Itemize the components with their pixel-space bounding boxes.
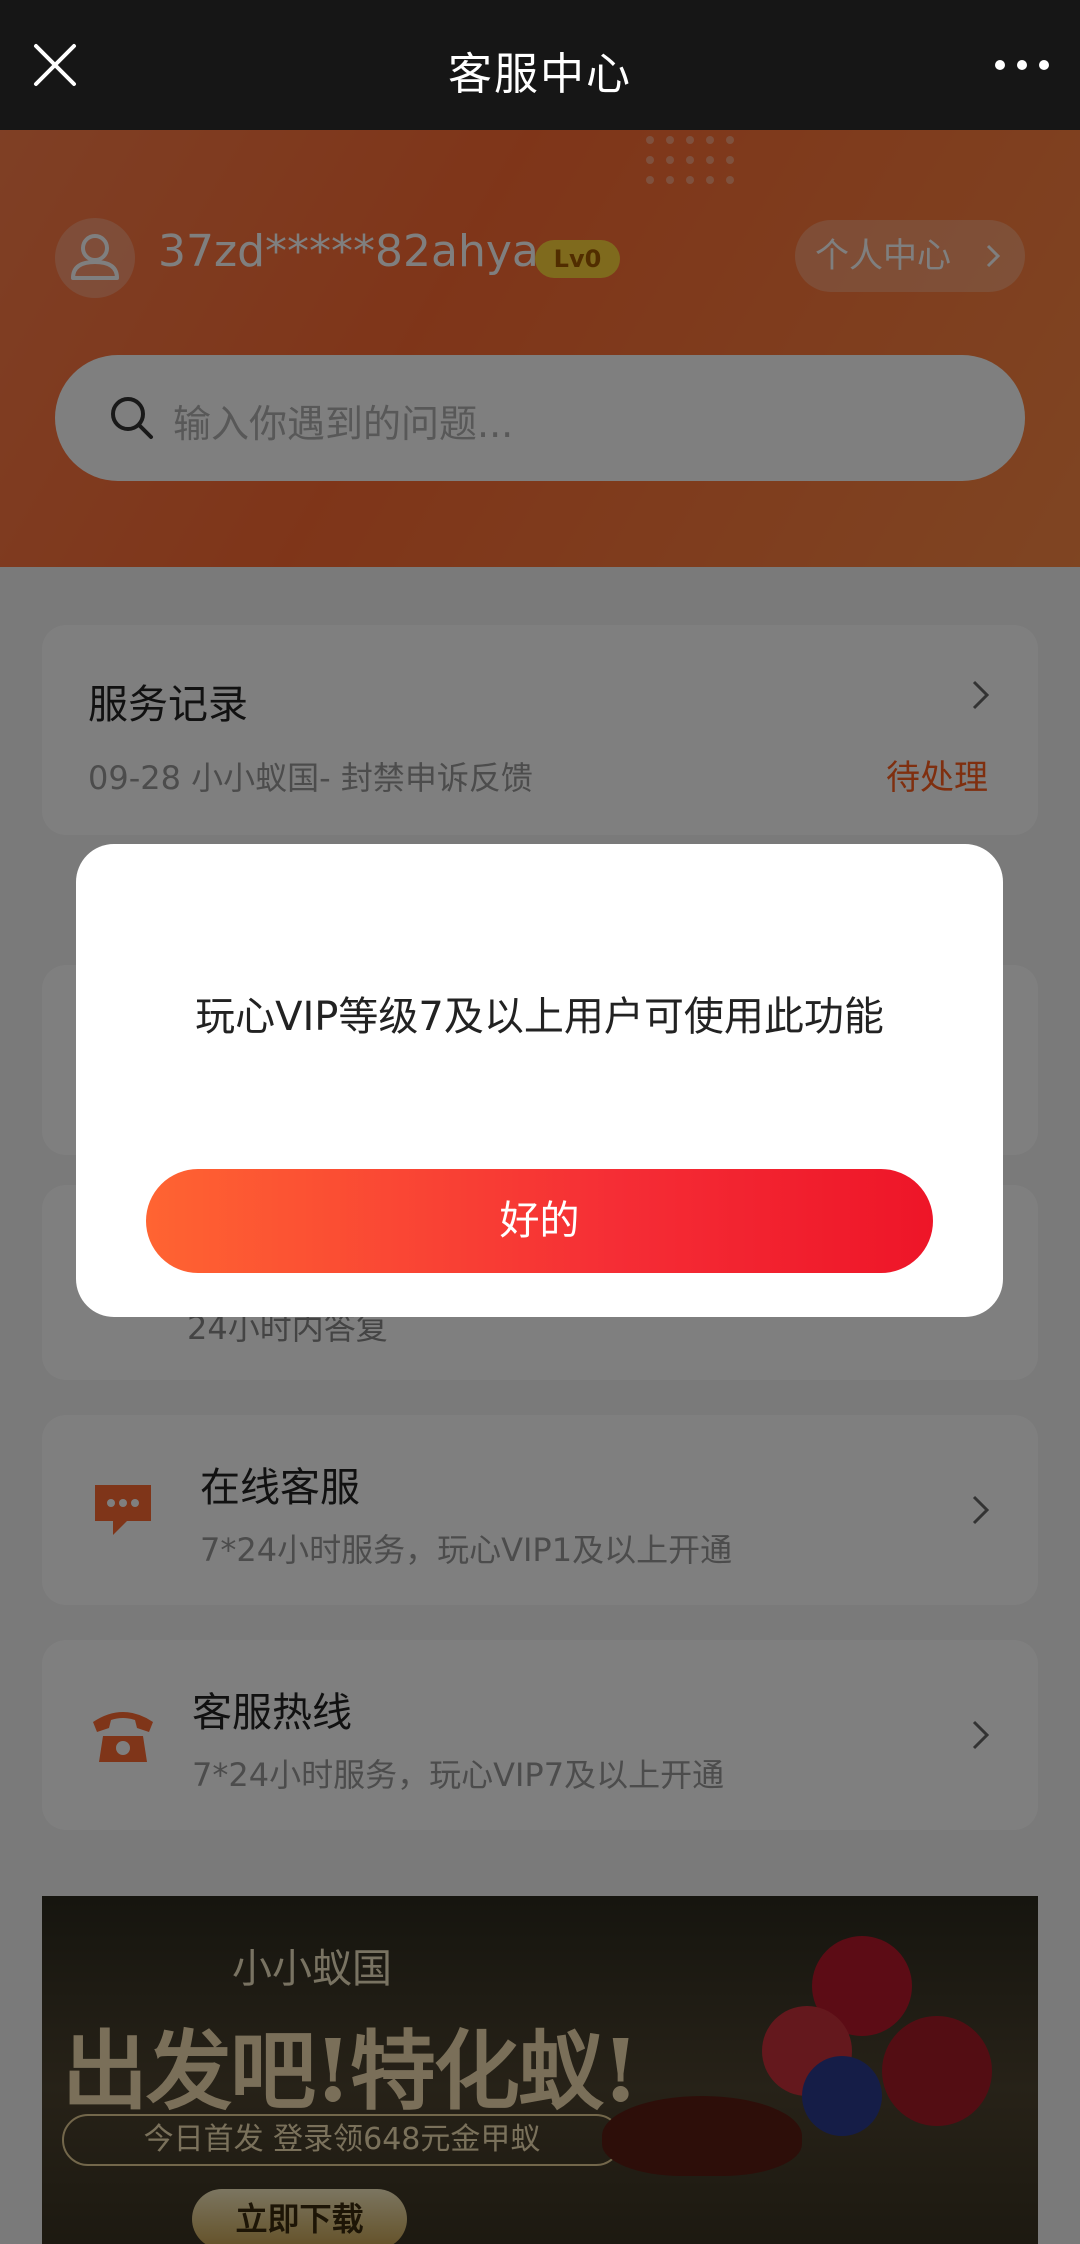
dialog-message: 玩心VIP等级7及以上用户可使用此功能 (195, 994, 884, 1040)
confirm-button[interactable]: 好的 (146, 1169, 933, 1273)
more-icon[interactable] (992, 50, 1052, 80)
top-bar: 客服中心 (0, 0, 1080, 130)
permission-dialog: 玩心VIP等级7及以上用户可使用此功能 好的 (76, 844, 1003, 1317)
page-title: 客服中心 (448, 49, 632, 100)
